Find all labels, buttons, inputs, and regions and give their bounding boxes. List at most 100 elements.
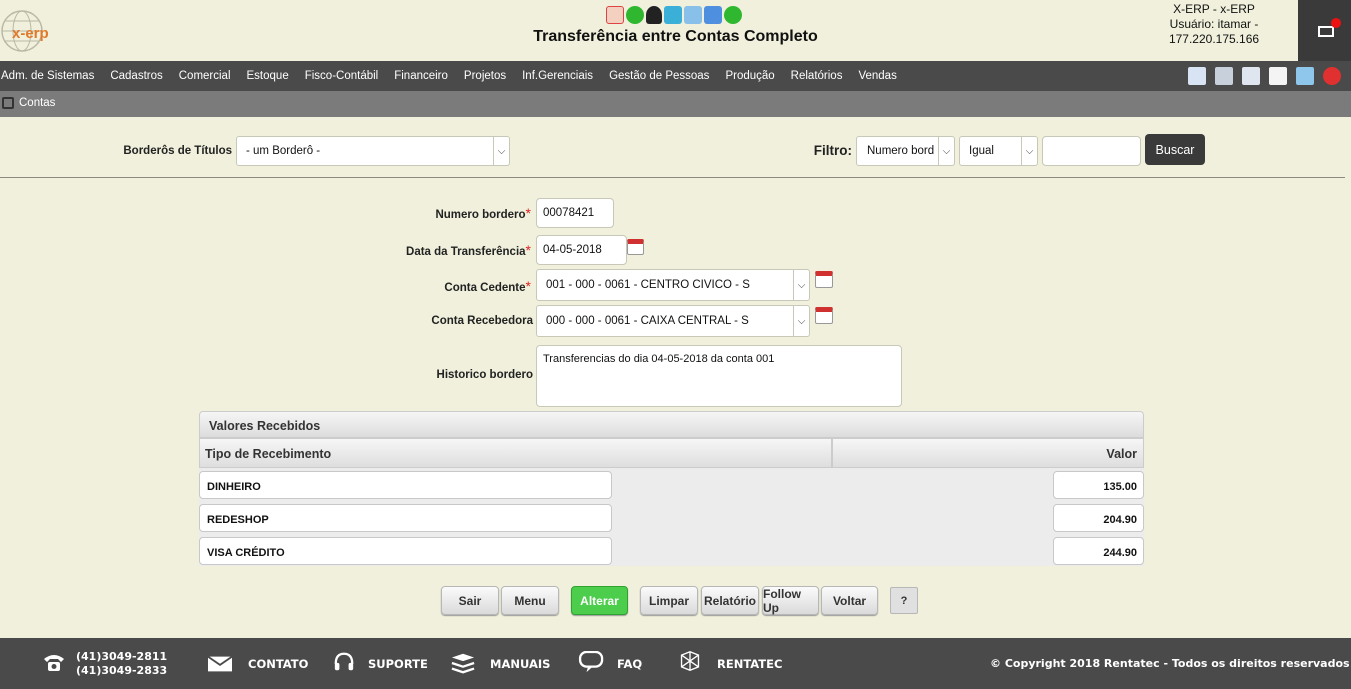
filter-op-value: Igual: [969, 145, 994, 157]
valores-recebidos-header: Valores Recebidos: [199, 411, 1144, 438]
help-book-icon[interactable]: [1296, 67, 1314, 85]
card-icon[interactable]: [684, 6, 702, 24]
conta-recebedora-label: Conta Recebedora: [431, 315, 533, 327]
user-name: Usuário: itamar -: [1169, 17, 1259, 31]
phone-icon: [44, 655, 64, 671]
menu-item-inf-gerenciais[interactable]: Inf.Gerenciais: [514, 70, 601, 82]
alterar-button[interactable]: Alterar: [571, 586, 628, 615]
calendar-icon[interactable]: [627, 239, 644, 255]
footer: (41)3049-2811 (41)3049-2833 CONTATO SUPO…: [0, 638, 1351, 689]
account-lookup-icon[interactable]: [815, 271, 833, 288]
data-transferencia-label-text: Data da Transferência: [406, 246, 526, 258]
col-tipo-recebimento[interactable]: Tipo de Recebimento: [199, 438, 832, 468]
conta-recebedora-select[interactable]: 000 - 000 - 0061 - CAIXA CENTRAL - S ⌵: [536, 305, 810, 337]
filter-search-input[interactable]: [1042, 136, 1141, 166]
conta-cedente-select[interactable]: 001 - 000 - 0061 - CENTRO CIVICO - S ⌵: [536, 269, 810, 301]
user-company: X-ERP - x-ERP: [1173, 2, 1255, 16]
account-lookup-icon-2[interactable]: [815, 307, 833, 324]
add-icon-2[interactable]: [724, 6, 742, 24]
row-tipo-dinheiro: DINHEIRO: [199, 471, 612, 499]
filtro-label: Filtro:: [813, 143, 852, 158]
row-valor-dinheiro[interactable]: 135.00: [1053, 471, 1144, 499]
chevron-down-icon: ⌵: [493, 137, 509, 165]
main-menu: Adm. de Sistemas Cadastros Comercial Est…: [0, 61, 1351, 91]
required-mark: *: [525, 205, 531, 221]
user-info: X-ERP - x-ERP Usuário: itamar - 177.220.…: [1150, 2, 1278, 47]
data-transferencia-input[interactable]: 04-05-2018: [536, 235, 627, 265]
header: x-erp Transferência entre Contas Complet…: [0, 0, 1351, 61]
quick-icons: [606, 4, 746, 26]
col-valor[interactable]: Valor: [832, 438, 1144, 468]
numero-bordero-input[interactable]: 00078421: [536, 198, 614, 228]
notification-dot: [1331, 18, 1341, 28]
conta-recebedora-value: 000 - 000 - 0061 - CAIXA CENTRAL - S: [546, 315, 749, 327]
phone-1: (41)3049-2811: [76, 650, 168, 663]
copyright: © Copyright 2018 Rentatec - Todos os dir…: [990, 657, 1350, 670]
relatorio-button[interactable]: Relatório: [701, 586, 759, 615]
filter-field-select[interactable]: Numero bord ⌵: [856, 136, 955, 166]
row-tipo-visa: VISA CRÉDITO: [199, 537, 612, 565]
org-icon[interactable]: [1215, 67, 1233, 85]
bordero-label: Borderôs de Títulos: [123, 145, 232, 157]
bordero-select[interactable]: - um Borderô - ⌵: [236, 136, 510, 166]
breadcrumb-label[interactable]: Contas: [19, 97, 55, 109]
footer-contato-link[interactable]: CONTATO: [248, 638, 308, 689]
historico-label: Historico bordero: [436, 369, 533, 381]
faq-icon: [578, 651, 604, 673]
menu-item-vendas[interactable]: Vendas: [850, 70, 904, 82]
user-icon[interactable]: [646, 6, 662, 24]
numero-bordero-label-text: Numero bordero: [435, 209, 526, 221]
filter-op-select[interactable]: Igual ⌵: [959, 136, 1038, 166]
sair-button[interactable]: Sair: [441, 586, 499, 615]
row-valor-visa[interactable]: 244.90: [1053, 537, 1144, 565]
menu-item-financeiro[interactable]: Financeiro: [386, 70, 456, 82]
footer-manuais-link[interactable]: MANUAIS: [490, 638, 550, 689]
conta-cedente-label-text: Conta Cedente: [444, 282, 526, 294]
menu-item-comercial[interactable]: Comercial: [171, 70, 239, 82]
historico-textarea[interactable]: Transferencias do dia 04-05-2018 da cont…: [536, 345, 902, 407]
transfer-icon[interactable]: [664, 6, 682, 24]
data-transferencia-label: Data da Transferência*: [340, 242, 531, 258]
envelope-icon: [1318, 26, 1334, 37]
menu-item-adm-sistemas[interactable]: Adm. de Sistemas: [0, 70, 102, 82]
row-tipo-redeshop: REDESHOP: [199, 504, 612, 532]
pdf-icon[interactable]: [606, 6, 624, 24]
help-button[interactable]: ?: [890, 587, 918, 614]
menu-item-relatorios[interactable]: Relatórios: [783, 70, 851, 82]
menu-item-producao[interactable]: Produção: [717, 70, 782, 82]
chevron-down-icon: ⌵: [793, 306, 809, 336]
footer-suporte-link[interactable]: SUPORTE: [368, 638, 428, 689]
home-icon[interactable]: [1188, 67, 1206, 85]
follow-up-button[interactable]: Follow Up: [762, 586, 819, 615]
menu-item-projetos[interactable]: Projetos: [456, 70, 514, 82]
page-title: Transferência entre Contas Completo: [533, 28, 818, 45]
numero-bordero-label: Numero bordero*: [340, 205, 531, 221]
menu-item-gestao-pessoas[interactable]: Gestão de Pessoas: [601, 70, 717, 82]
buscar-button[interactable]: Buscar: [1145, 134, 1205, 165]
required-mark: *: [525, 278, 531, 294]
menu-button[interactable]: Menu: [501, 586, 559, 615]
document-arrow-icon[interactable]: [1242, 67, 1260, 85]
accounts-icon: [2, 97, 14, 109]
add-icon[interactable]: [626, 6, 644, 24]
filter-field-value: Numero bord: [867, 145, 935, 157]
footer-rentatec-link[interactable]: RENTATEC: [717, 638, 782, 689]
user-ip: 177.220.175.166: [1168, 32, 1260, 46]
menu-item-cadastros[interactable]: Cadastros: [102, 70, 170, 82]
menu-item-fisco-contabil[interactable]: Fisco-Contábil: [297, 70, 387, 82]
card-blue-icon[interactable]: [704, 6, 722, 24]
headset-icon: [334, 652, 354, 671]
menu-item-estoque[interactable]: Estoque: [239, 70, 297, 82]
power-icon[interactable]: [1323, 67, 1341, 85]
row-valor-redeshop[interactable]: 204.90: [1053, 504, 1144, 532]
required-mark: *: [525, 242, 531, 258]
limpar-button[interactable]: Limpar: [640, 586, 698, 615]
document-icon[interactable]: [1269, 67, 1287, 85]
rentatec-logo-icon: [680, 650, 700, 672]
voltar-button[interactable]: Voltar: [821, 586, 878, 615]
footer-faq-link[interactable]: FAQ: [617, 638, 642, 689]
chevron-down-icon: ⌵: [938, 137, 954, 165]
notifications-button[interactable]: [1298, 0, 1351, 61]
chevron-down-icon: ⌵: [793, 270, 809, 300]
phone-numbers: (41)3049-2811 (41)3049-2833: [76, 650, 167, 678]
